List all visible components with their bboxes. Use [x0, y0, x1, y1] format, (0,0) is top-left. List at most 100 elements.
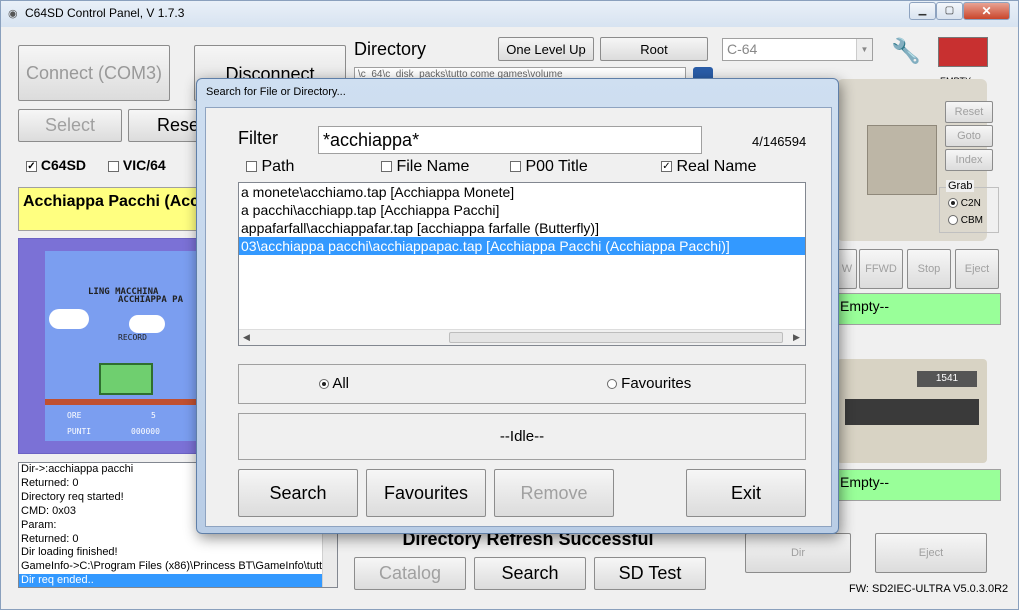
chevron-down-icon[interactable]: ▼: [856, 39, 872, 60]
log-line: GameInfo->C:\Program Files (x86)\Princes…: [21, 560, 329, 573]
reset-side-button[interactable]: Reset: [945, 101, 993, 123]
minimize-button[interactable]: ▁: [909, 2, 936, 20]
device-select-value: C-64: [727, 41, 758, 57]
directory-label: Directory: [354, 39, 427, 59]
cloud-shape: [49, 309, 89, 329]
drive-slot-shape: [845, 399, 979, 425]
scope-favourites-label: Favourites: [621, 375, 692, 392]
filename-option-label: File Name: [396, 158, 470, 175]
real-name-option-label: Real Name: [676, 158, 757, 175]
results-hscrollbar[interactable]: ◀ ▶: [239, 329, 805, 345]
search-button[interactable]: Search: [474, 557, 586, 590]
grab-cbm-radio[interactable]: CBM: [948, 215, 983, 226]
tape-status: Empty--: [837, 293, 1001, 325]
log-line: Dir req ended..: [19, 574, 337, 587]
window-title: C64SD Control Panel, V 1.7.3: [25, 6, 185, 20]
result-item[interactable]: a monete\acchiamo.tap [Acchiappa Monete]: [239, 183, 805, 201]
scroll-thumb[interactable]: [449, 332, 783, 343]
radio-empty-icon: [948, 215, 958, 226]
eject-tape-button[interactable]: Eject: [955, 249, 999, 289]
scroll-left-icon[interactable]: ◀: [243, 332, 250, 343]
c64sd-label: C64SD: [40, 157, 87, 173]
dialog-exit-button[interactable]: Exit: [686, 469, 806, 517]
results-list[interactable]: a monete\acchiamo.tap [Acchiappa Monete]…: [238, 182, 806, 346]
results-items: a monete\acchiamo.tap [Acchiappa Monete]…: [239, 183, 805, 255]
screen-record-label: RECORD: [118, 333, 147, 342]
dialog-favourites-button[interactable]: Favourites: [366, 469, 486, 517]
result-count: 4/146594: [752, 134, 807, 149]
grab-label: Grab: [946, 180, 975, 192]
grab-c2n-radio[interactable]: C2N: [948, 198, 981, 209]
cassette-door-shape: [867, 125, 937, 195]
radio-selected-icon: [948, 198, 958, 209]
path-checkbox[interactable]: Path: [246, 158, 294, 176]
game-title-field: Acchiappa Pacchi (Acch: [18, 187, 200, 231]
root-button[interactable]: Root: [600, 37, 708, 61]
c64sd-checkbox[interactable]: ✓ C64SD: [26, 157, 86, 173]
disk-eject-button[interactable]: Eject: [875, 533, 987, 573]
app-icon: ◉: [8, 8, 18, 20]
dialog-search-button[interactable]: Search: [238, 469, 358, 517]
grab-group: Grab C2N CBM: [939, 180, 999, 233]
result-item[interactable]: a pacchi\acchiapp.tap [Acchiappa Pacchi]: [239, 201, 805, 219]
search-status: --Idle--: [238, 413, 806, 460]
scroll-right-icon[interactable]: ▶: [793, 332, 800, 343]
reset-button[interactable]: Rese: [128, 109, 200, 142]
checkbox-check-icon: ✓: [661, 161, 672, 173]
drive-badge: 1541: [917, 371, 977, 387]
filter-label: Filter: [238, 128, 278, 148]
path-option-label: Path: [261, 158, 295, 175]
title-bar[interactable]: ◉ C64SD Control Panel, V 1.7.3 ▁ ▢ ✕: [1, 1, 1018, 27]
grab-cbm-label: CBM: [960, 215, 984, 226]
disk-status: Empty--: [837, 469, 1001, 501]
ground-shape: [45, 399, 199, 405]
checkbox-empty-icon: [510, 161, 521, 173]
screen-punti-label: PUNTI: [67, 427, 92, 436]
p00-option-label: P00 Title: [525, 158, 588, 175]
checkbox-check-icon: ✓: [26, 160, 37, 172]
connect-button[interactable]: Connect (COM3): [18, 45, 170, 101]
one-level-up-button[interactable]: One Level Up: [498, 37, 594, 61]
grab-c2n-label: C2N: [960, 198, 981, 209]
vic64-checkbox[interactable]: VIC/64: [108, 157, 166, 173]
ffwd-button[interactable]: FFWD: [859, 249, 903, 289]
rewind-button[interactable]: W: [837, 249, 857, 289]
firmware-label: FW: SD2IEC-ULTRA V5.0.3.0R2: [849, 583, 1009, 595]
search-dialog: Search for File or Directory... Filter *…: [196, 78, 839, 534]
radio-empty-icon: [607, 379, 617, 390]
vic64-label: VIC/64: [122, 157, 166, 173]
dialog-title: Search for File or Directory...: [206, 86, 346, 98]
sd-test-button[interactable]: SD Test: [594, 557, 706, 590]
filter-input[interactable]: *acchiappa*: [318, 126, 702, 154]
scope-all-label: All: [332, 375, 350, 392]
disk-drive-image: 1541: [837, 359, 987, 463]
real-name-checkbox[interactable]: ✓ Real Name: [661, 158, 756, 176]
dialog-remove-button[interactable]: Remove: [494, 469, 614, 517]
index-button[interactable]: Index: [945, 149, 993, 171]
scope-favourites-radio[interactable]: Favourites: [607, 375, 691, 392]
checkbox-empty-icon: [108, 160, 119, 172]
scope-all-radio[interactable]: All: [319, 375, 349, 392]
result-item[interactable]: appafarfall\acchiappafar.tap [acchiappa …: [239, 219, 805, 237]
log-line: Dir loading finished!: [21, 546, 118, 559]
screen-ore-label: ORE: [67, 411, 82, 420]
select-button[interactable]: Select: [18, 109, 122, 142]
close-button[interactable]: ✕: [963, 2, 1010, 20]
wrench-icon[interactable]: 🔧: [891, 37, 927, 69]
cloud-shape: [129, 315, 165, 333]
goto-button[interactable]: Goto: [945, 125, 993, 147]
cassette-shape: [938, 37, 988, 67]
device-select[interactable]: C-64 ▼: [722, 38, 873, 61]
screen-punti-value: 000000: [131, 427, 160, 436]
screen-text-line2: ACCHIAPPA PA: [118, 295, 184, 305]
dialog-body: Filter *acchiappa* 4/146594 Path File Na…: [205, 107, 832, 527]
catalog-button[interactable]: Catalog: [354, 557, 466, 590]
radio-selected-icon: [319, 379, 329, 390]
result-item[interactable]: 03\acchiappa pacchi\acchiappapac.tap [Ac…: [239, 237, 805, 255]
filename-checkbox[interactable]: File Name: [381, 158, 469, 176]
maximize-button[interactable]: ▢: [936, 2, 963, 20]
disk-dir-button[interactable]: Dir: [745, 533, 851, 573]
p00-title-checkbox[interactable]: P00 Title: [510, 158, 588, 176]
house-shape: [99, 363, 153, 395]
stop-button[interactable]: Stop: [907, 249, 951, 289]
